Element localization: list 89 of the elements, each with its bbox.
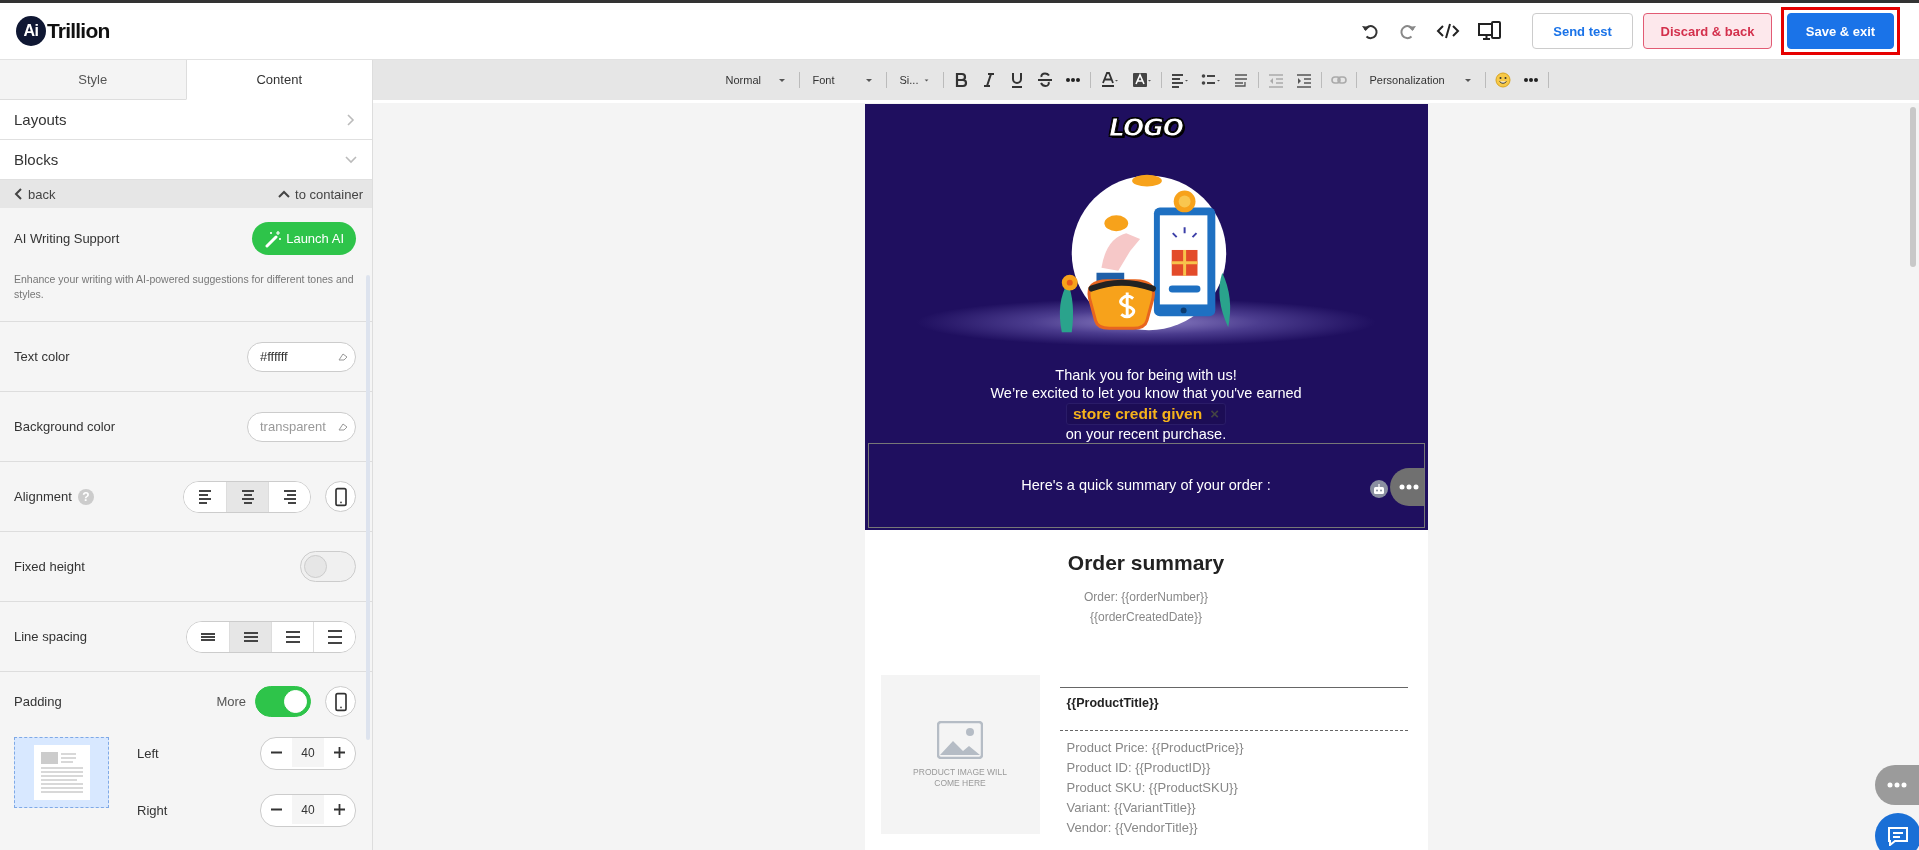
logo-badge: Ai — [16, 16, 46, 46]
strikethrough-icon[interactable] — [1036, 72, 1053, 88]
setting-label: Line spacing — [14, 629, 87, 644]
color-field[interactable]: transparent — [247, 411, 356, 442]
order-detail-text: Order: {{orderNumber}} — [1082, 589, 1210, 606]
product-title: {{ProductTitle}} — [1066, 696, 1159, 710]
devices-icon[interactable] — [1478, 20, 1502, 42]
setting-label: AI Writing Support — [14, 231, 120, 246]
chat-icon — [1887, 826, 1909, 846]
number-stepper[interactable]: 40 — [260, 794, 356, 827]
indent-icon[interactable] — [1295, 72, 1312, 88]
block-options-button[interactable] — [1389, 467, 1424, 506]
more-icon — [1398, 483, 1419, 490]
line-spacing-option[interactable] — [229, 621, 271, 652]
align-left-icon[interactable] — [1170, 72, 1189, 88]
placeholder-caption: PRODUCT IMAGE WILL COME HERE — [912, 766, 1008, 789]
align-left-icon — [196, 487, 214, 506]
send-test-button[interactable]: Send test — [1532, 13, 1633, 49]
magic-wand-icon — [264, 229, 283, 248]
image-icon — [937, 720, 983, 759]
product-detail-text: Product ID: {{ProductID}} — [1066, 759, 1212, 777]
caret-icon — [777, 77, 786, 83]
number-field[interactable]: 40 — [292, 795, 324, 824]
mobile-view-button[interactable] — [325, 481, 356, 512]
section-header[interactable]: Layouts — [0, 100, 372, 140]
bullet-list-icon[interactable] — [1200, 72, 1221, 88]
back-link[interactable]: back — [14, 186, 56, 202]
logo-text: Trillion — [47, 19, 110, 43]
caret-icon — [864, 77, 873, 83]
save-button[interactable]: Save & exit — [1787, 13, 1894, 49]
discard-button[interactable]: Discard & back — [1643, 13, 1772, 49]
more-label: More — [216, 694, 246, 709]
emoji-icon[interactable] — [1494, 72, 1511, 88]
product-detail-text: Product SKU: {{ProductSKU}} — [1066, 779, 1239, 797]
highlight-color-icon[interactable] — [1131, 72, 1152, 88]
product-detail-text: Variant: {{VariantTitle}} — [1066, 799, 1197, 817]
order-summary-heading: Order summary — [1066, 551, 1226, 575]
dropdown-button[interactable]: Si... — [889, 74, 940, 86]
chevron-up-icon — [278, 189, 291, 199]
color-field[interactable]: #ffffff — [247, 341, 356, 372]
eraser-icon — [338, 422, 348, 431]
setting-label: Text color — [14, 349, 70, 364]
email-logo: LOGO — [1108, 113, 1184, 142]
to-container-link[interactable]: to container — [278, 186, 363, 202]
chat-button[interactable] — [1875, 813, 1919, 850]
chevron-left-icon — [14, 188, 23, 200]
section-title: Layouts — [14, 111, 67, 128]
product-detail-text: Vendor: {{VendorTitle}} — [1066, 819, 1199, 837]
alignment-option[interactable] — [226, 481, 268, 512]
setting-label: Right — [137, 803, 168, 818]
code-icon[interactable] — [1436, 21, 1460, 41]
setting-label: Left — [137, 746, 159, 761]
line-spacing-icon — [325, 627, 344, 646]
number-stepper[interactable]: 40 — [260, 737, 356, 770]
setting-label: Padding — [14, 694, 62, 709]
more-icon — [1887, 782, 1907, 788]
message-text: on your recent purchase. — [1065, 424, 1227, 443]
number-field[interactable]: 40 — [292, 738, 324, 767]
panel-tab[interactable]: Content — [185, 60, 372, 100]
alignment-option[interactable] — [268, 481, 310, 512]
setting-label: Fixed height — [14, 559, 85, 574]
toggle-switch[interactable] — [300, 551, 356, 582]
message-text: Thank you for being with us! — [1055, 365, 1237, 384]
mobile-view-button[interactable] — [325, 686, 356, 717]
toggle-switch[interactable] — [255, 686, 311, 717]
section-header[interactable]: Blocks — [0, 140, 372, 180]
robot-icon[interactable] — [1369, 479, 1388, 498]
line-spacing-option[interactable] — [313, 621, 355, 652]
caret-icon — [924, 77, 930, 83]
setting-label: Alignment — [14, 489, 72, 504]
dropdown-button[interactable]: Normal — [715, 74, 796, 86]
dropdown-button[interactable]: Font — [802, 74, 883, 86]
alignment-selector[interactable] — [183, 480, 311, 513]
section-title: Blocks — [14, 151, 59, 168]
text-block-drawing — [33, 745, 90, 800]
line-spacing-selector[interactable] — [186, 620, 356, 653]
setting-label: Background color — [14, 419, 116, 434]
summary-text: Here's a quick summary of your order : — [1021, 476, 1271, 495]
merge-tag-chip[interactable]: store credit given × — [1066, 402, 1226, 425]
setting-description: Enhance your writing with AI-powered suggestions for different tones and styles. — [14, 272, 355, 302]
floating-more-button[interactable] — [1875, 765, 1919, 805]
product-detail-text: Product Price: {{ProductPrice}} — [1066, 739, 1245, 757]
text-wrap-icon[interactable] — [1232, 72, 1249, 88]
text-color-icon[interactable] — [1099, 72, 1120, 88]
message-text: We’re excited to let you know that you've earned — [990, 383, 1302, 402]
dropdown-button[interactable]: Personalization — [1359, 74, 1482, 86]
order-detail-text: {{orderCreatedDate}} — [1088, 609, 1204, 626]
eraser-icon — [338, 352, 348, 361]
caret-icon — [1463, 77, 1472, 83]
